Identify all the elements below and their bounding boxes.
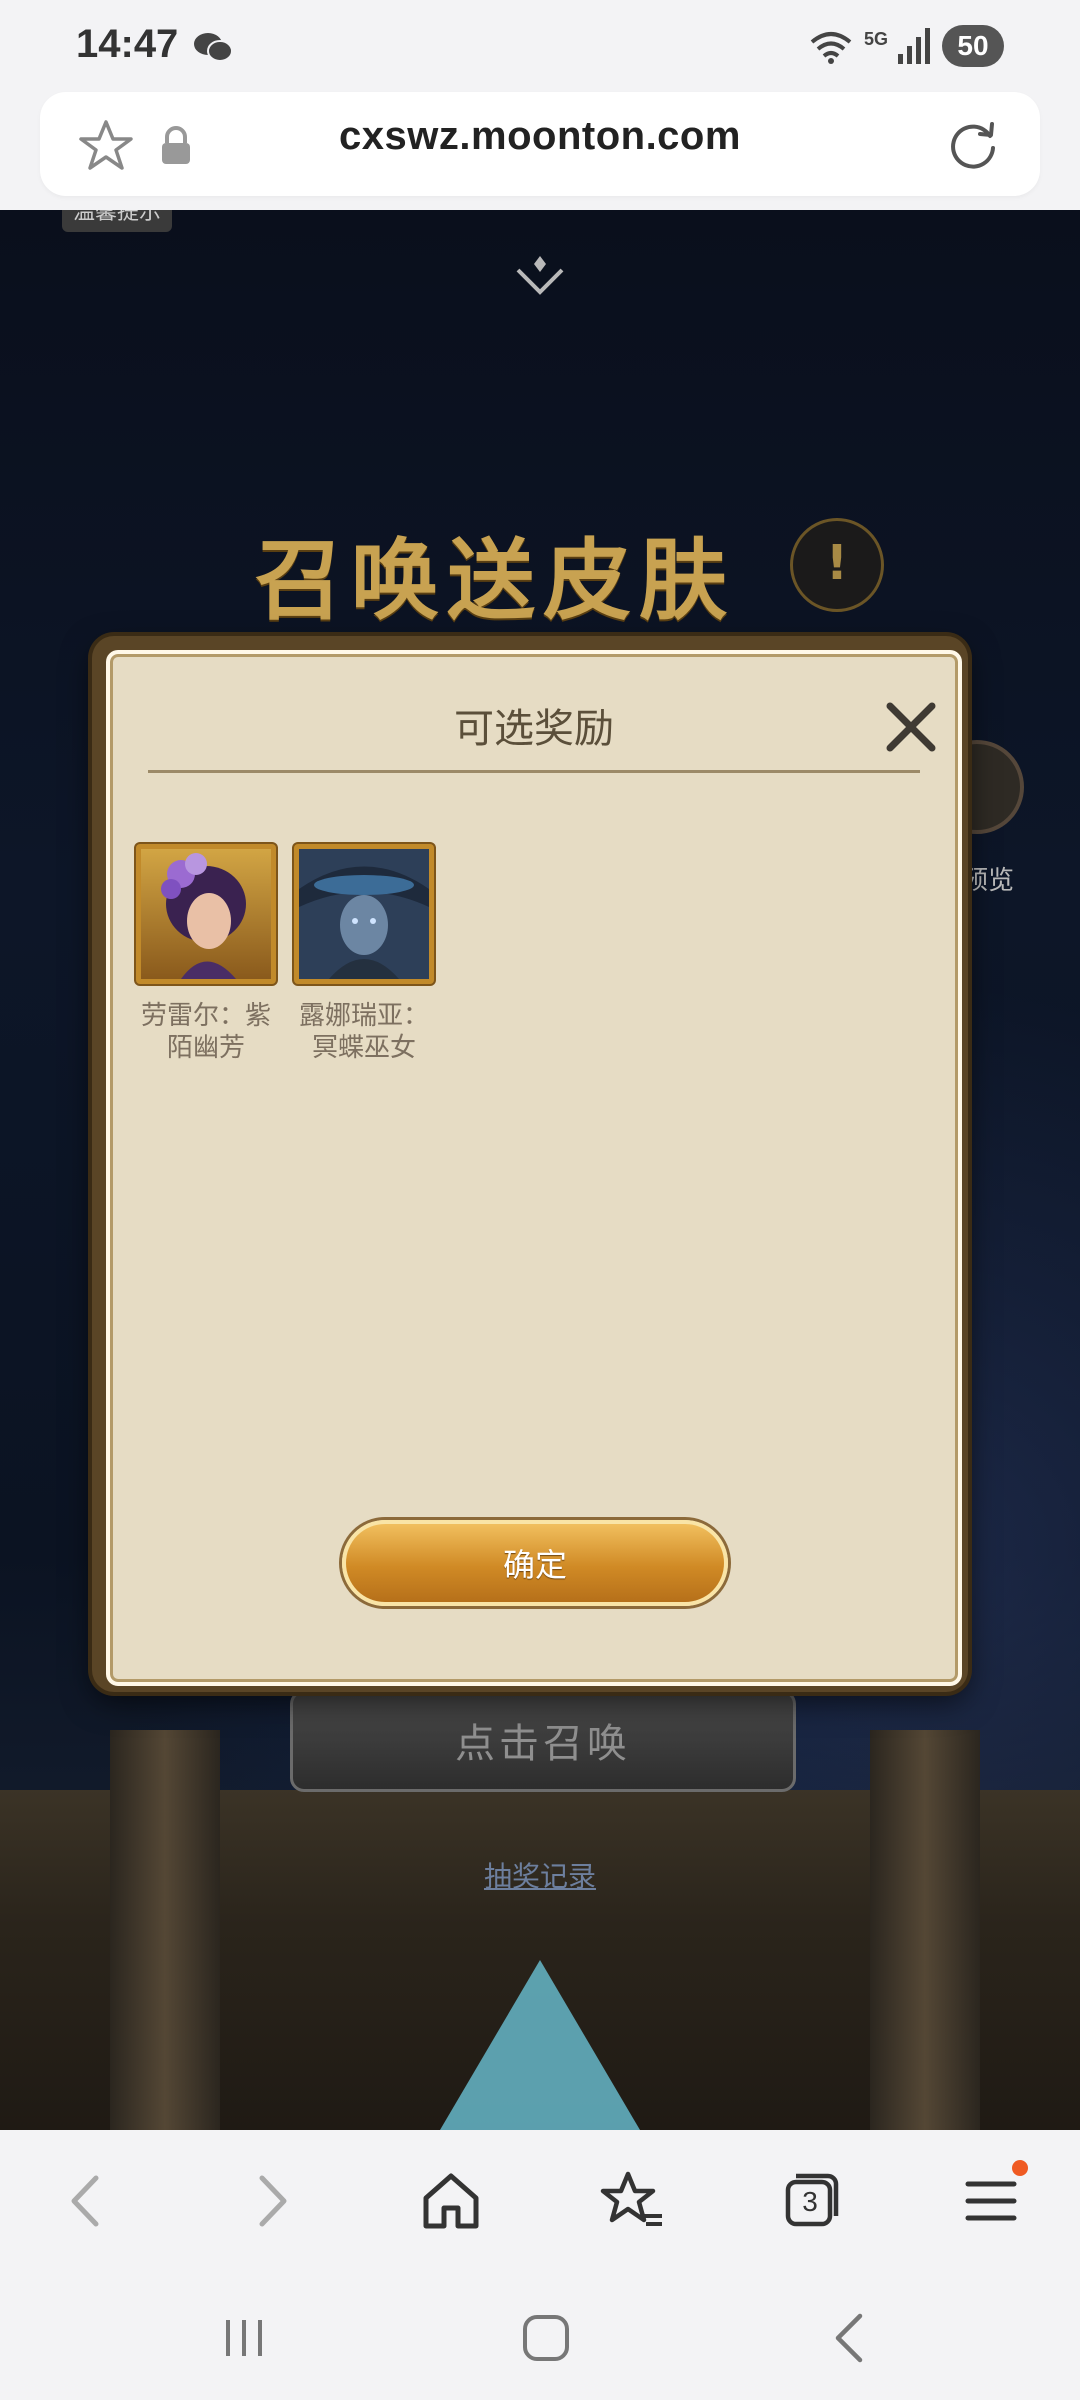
home-nav-icon[interactable] bbox=[516, 2308, 576, 2368]
reward-name-line: 劳雷尔：紫 bbox=[140, 1001, 271, 1031]
home-icon[interactable] bbox=[416, 2166, 486, 2236]
back-nav-icon[interactable] bbox=[820, 2308, 880, 2368]
crystal-pyramid bbox=[440, 1960, 640, 2130]
rewards-dialog: 可选奖励 劳雷尔：紫 陌幽芳 露娜瑞亚： 冥蝶巫女 确定 bbox=[92, 636, 968, 1692]
dialog-title: 可选奖励 bbox=[454, 706, 614, 752]
menu-button[interactable] bbox=[956, 2160, 1028, 2236]
skin-portrait-laurel[interactable] bbox=[136, 844, 276, 984]
reward-name: 劳雷尔：紫 陌幽芳 bbox=[136, 1000, 276, 1064]
wifi-icon bbox=[810, 32, 852, 64]
forward-icon[interactable] bbox=[236, 2166, 306, 2236]
address-bar[interactable]: cxswz.moonton.com bbox=[40, 92, 1040, 196]
reward-item[interactable]: 露娜瑞亚： 冥蝶巫女 bbox=[294, 844, 434, 1064]
right-pillar bbox=[870, 1730, 980, 2130]
title-divider bbox=[148, 770, 920, 773]
event-title: 召唤送皮肤 bbox=[254, 528, 735, 632]
confirm-button[interactable]: 确定 bbox=[342, 1520, 728, 1606]
browser-toolbar: 3 bbox=[0, 2130, 1080, 2270]
bookmarks-icon[interactable] bbox=[596, 2166, 666, 2236]
left-pillar bbox=[110, 1730, 220, 2130]
status-icons: 5G 50 bbox=[808, 24, 1004, 68]
reward-name-line: 陌幽芳 bbox=[166, 1033, 245, 1063]
summon-button-label: 点击召唤 bbox=[455, 1721, 631, 1767]
preview-label[interactable]: 预览 bbox=[962, 860, 1014, 897]
reward-name-line: 冥蝶巫女 bbox=[311, 1033, 416, 1063]
reward-item[interactable]: 劳雷尔：紫 陌幽芳 bbox=[136, 844, 276, 1064]
back-icon[interactable] bbox=[52, 2166, 122, 2236]
info-button[interactable]: ! bbox=[790, 518, 884, 612]
reload-icon[interactable] bbox=[944, 116, 1002, 174]
tab-count: 3 bbox=[802, 2186, 818, 2217]
rewards-dialog-panel: 可选奖励 劳雷尔：紫 陌幽芳 露娜瑞亚： 冥蝶巫女 确定 bbox=[106, 650, 962, 1686]
draw-history-link[interactable]: 抽奖记录 bbox=[0, 1855, 1080, 1895]
url-text[interactable]: cxswz.moonton.com bbox=[40, 114, 1040, 159]
recent-apps-icon[interactable] bbox=[214, 2308, 274, 2368]
status-time: 14:47 bbox=[76, 22, 179, 66]
menu-icon bbox=[965, 2181, 1017, 2221]
notification-dot bbox=[1012, 2160, 1028, 2176]
status-bar: 14:47 5G 50 bbox=[0, 0, 1080, 90]
signal-icon bbox=[898, 28, 930, 64]
confirm-button-label: 确定 bbox=[502, 1546, 567, 1584]
scroll-down-icon bbox=[516, 256, 564, 295]
skin-portrait-lunaria[interactable] bbox=[294, 844, 434, 984]
close-icon[interactable] bbox=[882, 698, 940, 756]
summon-button[interactable]: 点击召唤 bbox=[290, 1690, 796, 1792]
system-navigation bbox=[0, 2270, 1080, 2400]
tabs-button[interactable]: 3 bbox=[776, 2166, 846, 2236]
reward-name: 露娜瑞亚： 冥蝶巫女 bbox=[294, 1000, 434, 1064]
network-label: 5G bbox=[863, 28, 888, 49]
notice-tag[interactable]: 温馨提示 bbox=[62, 210, 172, 232]
wechat-icon bbox=[194, 33, 233, 62]
reward-name-line: 露娜瑞亚： bbox=[298, 1001, 429, 1031]
battery-indicator: 50 bbox=[942, 25, 1004, 67]
